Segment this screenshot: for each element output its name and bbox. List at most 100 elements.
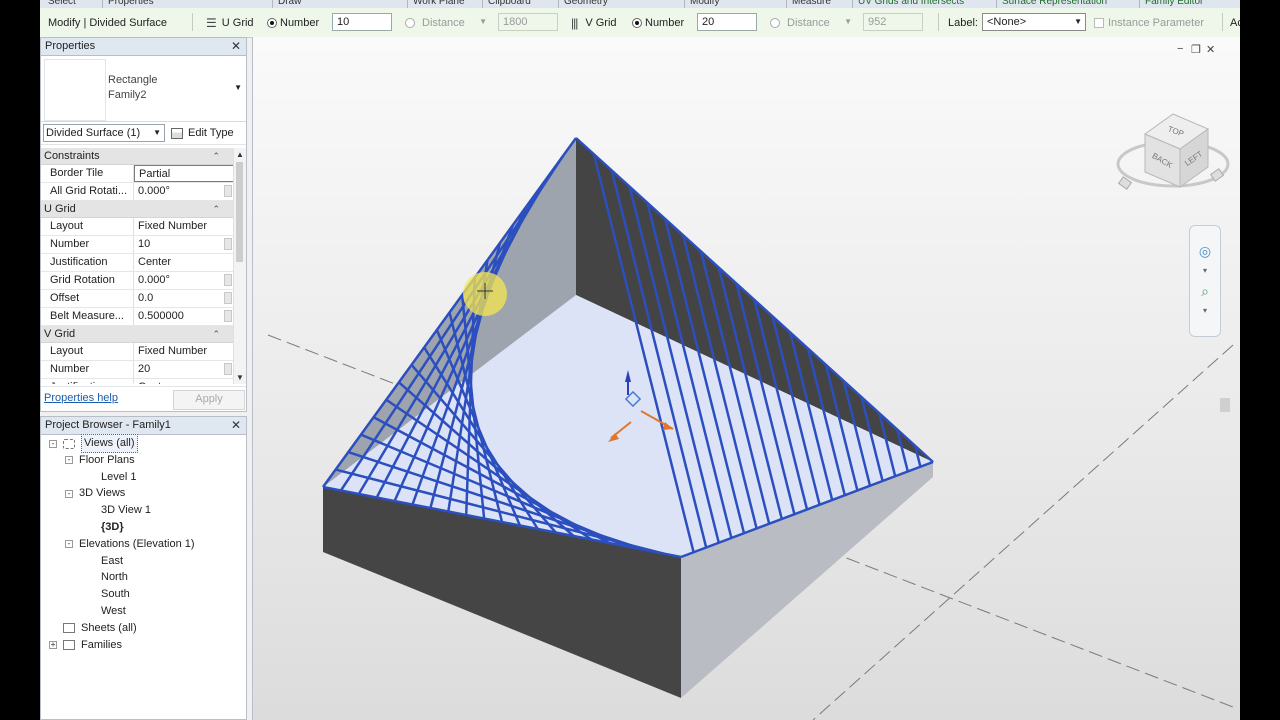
property-row: Layout Fixed Number	[41, 218, 234, 236]
apply-button[interactable]: Apply	[173, 390, 245, 410]
property-group-header[interactable]: Constraints ⌃	[41, 148, 234, 165]
project-browser: Project Browser - Family1 ✕ - Views (all)…	[40, 416, 247, 720]
v-distance-input[interactable]: 952	[863, 13, 923, 31]
tree-node[interactable]: Level 1	[101, 469, 136, 486]
v-number-radio[interactable]: Number	[632, 8, 684, 37]
collapse-icon[interactable]: ⌃	[212, 148, 220, 164]
property-name: Offset	[41, 290, 134, 307]
associate-parameter-button[interactable]	[224, 238, 232, 250]
ribbon-panel-label: Measure	[792, 0, 831, 7]
tree-node-label: Sheets (all)	[81, 621, 137, 634]
ribbon-panel-separator	[786, 0, 787, 8]
scrollbar-thumb[interactable]	[236, 162, 243, 262]
v-grid-toggle[interactable]: ||| V Grid	[571, 8, 617, 37]
collapse-icon[interactable]: -	[65, 456, 73, 465]
expand-icon[interactable]: +	[49, 641, 57, 650]
associate-parameter-button[interactable]	[224, 363, 232, 375]
type-selector[interactable]: Rectangle Family2 ▼	[41, 56, 246, 122]
property-name: Belt Measure...	[41, 308, 134, 325]
property-value[interactable]: 0.0	[134, 290, 234, 307]
tree-node[interactable]: - Elevations (Elevation 1)	[65, 536, 195, 553]
tree-node[interactable]: West	[101, 603, 126, 620]
u-distance-input[interactable]: 1800	[498, 13, 558, 31]
property-value[interactable]: 0.500000	[134, 308, 234, 325]
associate-parameter-button[interactable]	[224, 292, 232, 304]
property-value[interactable]: Fixed Number	[134, 218, 234, 235]
tree-node[interactable]: 3D View 1	[101, 502, 151, 519]
chevron-down-icon[interactable]: ▾	[1196, 302, 1214, 320]
collapse-icon[interactable]: -	[65, 489, 73, 498]
tree-node[interactable]: {3D}	[101, 519, 124, 536]
property-value[interactable]: Center	[134, 379, 234, 384]
property-name: Layout	[41, 343, 134, 360]
zoom-icon[interactable]: ⌕	[1196, 282, 1214, 300]
collapse-icon[interactable]: -	[49, 439, 57, 448]
property-group-header[interactable]: U Grid ⌃	[41, 201, 234, 218]
close-icon[interactable]: ✕	[231, 417, 241, 434]
tree-node[interactable]: - Floor Plans	[65, 452, 135, 469]
u-number-radio[interactable]: Number	[267, 8, 319, 37]
instance-parameter-checkbox[interactable]: Instance Parameter	[1094, 8, 1204, 37]
tree-node[interactable]: South	[101, 586, 130, 603]
property-value[interactable]: 20	[134, 361, 234, 378]
property-value-text: 0.500000	[138, 310, 184, 322]
tree-node-label: South	[101, 588, 130, 601]
properties-help-link[interactable]: Properties help	[44, 392, 118, 404]
edit-type-icon	[171, 127, 183, 139]
ribbon-panel-label: Family Editor	[1145, 0, 1204, 7]
property-value[interactable]: Partial	[134, 165, 234, 182]
tree-node[interactable]: East	[101, 553, 123, 570]
ribbon-panel-separator	[272, 0, 273, 8]
property-row: Offset 0.0	[41, 290, 234, 308]
tree-node-label: North	[101, 571, 128, 584]
property-value[interactable]: 0.000°	[134, 183, 234, 200]
u-grid-icon: ☰	[206, 15, 217, 30]
chevron-down-icon: ▼	[479, 17, 487, 26]
property-row: Grid Rotation 0.000°	[41, 272, 234, 290]
scroll-down-icon[interactable]: ▼	[236, 373, 244, 382]
instance-filter-row: Divided Surface (1) ▼ Edit Type	[41, 122, 246, 145]
associate-parameter-button[interactable]	[224, 310, 232, 322]
u-number-input[interactable]: 10	[332, 13, 392, 31]
u-grid-toggle[interactable]: ☰ U Grid	[206, 8, 254, 37]
property-name: Number	[41, 236, 134, 253]
viewport-scroll-handle[interactable]	[1220, 398, 1230, 412]
collapse-icon[interactable]: -	[65, 540, 73, 549]
property-group-header[interactable]: V Grid ⌃	[41, 326, 234, 343]
properties-scrollbar[interactable]: ▲ ▼	[233, 148, 246, 384]
property-value-text: 0.0	[138, 292, 154, 304]
edit-type-button[interactable]: Edit Type	[171, 124, 234, 142]
properties-palette: Properties ✕ Rectangle Family2 ▼ Divided…	[40, 37, 247, 412]
collapse-icon[interactable]: ⌃	[212, 326, 220, 342]
viewcube[interactable]: TOP BACK LEFT	[1108, 109, 1238, 219]
revit-window: Select Properties Draw Work Plane Clipboard G…	[40, 0, 1240, 720]
ribbon-panel-separator	[852, 0, 853, 8]
v-number-input[interactable]: 20	[697, 13, 757, 31]
instance-filter-select[interactable]: Divided Surface (1) ▼	[43, 124, 165, 142]
tree-node[interactable]: Sheets (all)	[49, 620, 137, 637]
property-value[interactable]: Fixed Number	[134, 343, 234, 360]
tree-node[interactable]: -3D Views	[65, 485, 125, 502]
tree-node[interactable]: North	[101, 569, 128, 586]
property-row: Justification Center	[41, 254, 234, 272]
associate-parameter-button[interactable]	[224, 274, 232, 286]
radio-icon	[405, 17, 415, 28]
tree-node-label: Floor Plans	[79, 453, 135, 466]
3d-viewport[interactable]: − ❐ ✕ TOP BACK LEFT ◎ ▾ ⌕ ▾	[252, 37, 1240, 720]
type-name: Rectangle Family2	[108, 74, 158, 101]
property-value[interactable]: 0.000°	[134, 272, 234, 289]
label-select[interactable]: <None> ▼	[982, 13, 1086, 31]
tree-node[interactable]: - Views (all)	[49, 434, 138, 453]
associate-parameter-button[interactable]	[224, 185, 232, 197]
collapse-icon[interactable]: ⌃	[212, 201, 220, 217]
steering-wheel-icon[interactable]: ◎	[1196, 242, 1214, 260]
chevron-down-icon: ▼	[234, 83, 242, 92]
tree-node[interactable]: + Families	[49, 637, 122, 654]
property-value[interactable]: 10	[134, 236, 234, 253]
scroll-up-icon[interactable]: ▲	[236, 150, 244, 159]
close-icon[interactable]: ✕	[231, 38, 241, 55]
property-value-text: 10	[138, 238, 151, 250]
chevron-down-icon[interactable]: ▾	[1196, 262, 1214, 280]
property-value[interactable]: Center	[134, 254, 234, 271]
property-value-text: 0.000°	[138, 185, 170, 197]
